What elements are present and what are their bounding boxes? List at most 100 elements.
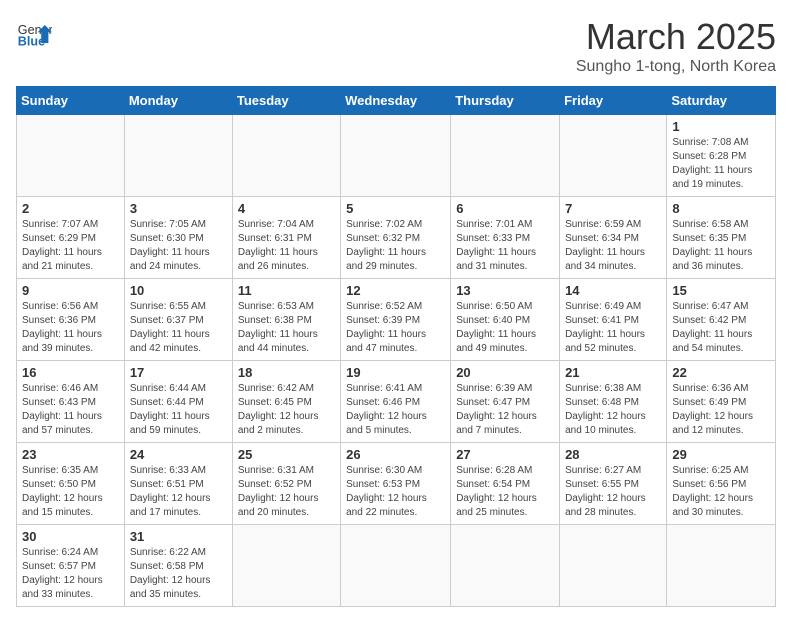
- day-info: Sunrise: 6:27 AM Sunset: 6:55 PM Dayligh…: [565, 464, 661, 520]
- calendar-cell: 21 Sunrise: 6:38 AM Sunset: 6:48 PM Dayli…: [560, 361, 667, 443]
- calendar-cell: [451, 115, 560, 197]
- logo: General Blue: [16, 16, 52, 52]
- day-number: 30: [22, 529, 119, 544]
- week-row-0: 1 Sunrise: 7:08 AM Sunset: 6:28 PM Daylig…: [17, 115, 776, 197]
- day-info: Sunrise: 6:30 AM Sunset: 6:53 PM Dayligh…: [346, 464, 445, 520]
- day-number: 23: [22, 447, 119, 462]
- calendar-cell: 14 Sunrise: 6:49 AM Sunset: 6:41 PM Dayli…: [560, 279, 667, 361]
- day-number: 9: [22, 283, 119, 298]
- day-info: Sunrise: 6:55 AM Sunset: 6:37 PM Dayligh…: [130, 300, 227, 356]
- week-row-5: 30 Sunrise: 6:24 AM Sunset: 6:57 PM Dayli…: [17, 525, 776, 607]
- day-info: Sunrise: 6:36 AM Sunset: 6:49 PM Dayligh…: [672, 382, 770, 438]
- header: General Blue March 2025 Sungho 1-tong, N…: [16, 16, 776, 76]
- day-info: Sunrise: 7:08 AM Sunset: 6:28 PM Dayligh…: [672, 136, 770, 192]
- week-row-4: 23 Sunrise: 6:35 AM Sunset: 6:50 PM Dayli…: [17, 443, 776, 525]
- calendar-cell: 19 Sunrise: 6:41 AM Sunset: 6:46 PM Dayli…: [341, 361, 451, 443]
- day-number: 8: [672, 201, 770, 216]
- day-number: 12: [346, 283, 445, 298]
- day-number: 16: [22, 365, 119, 380]
- day-number: 13: [456, 283, 554, 298]
- calendar-cell: 15Sunrise: 6:47 AM Sunset: 6:42 PM Dayli…: [667, 279, 776, 361]
- calendar-cell: 5Sunrise: 7:02 AM Sunset: 6:32 PM Daylig…: [341, 197, 451, 279]
- day-info: Sunrise: 6:38 AM Sunset: 6:48 PM Dayligh…: [565, 382, 661, 438]
- day-number: 11: [238, 283, 335, 298]
- day-number: 21: [565, 365, 661, 380]
- day-info: Sunrise: 6:49 AM Sunset: 6:41 PM Dayligh…: [565, 300, 661, 356]
- day-info: Sunrise: 6:56 AM Sunset: 6:36 PM Dayligh…: [22, 300, 119, 356]
- day-number: 3: [130, 201, 227, 216]
- calendar-cell: [560, 525, 667, 607]
- day-info: Sunrise: 6:31 AM Sunset: 6:52 PM Dayligh…: [238, 464, 335, 520]
- day-info: Sunrise: 6:46 AM Sunset: 6:43 PM Dayligh…: [22, 382, 119, 438]
- day-info: Sunrise: 6:33 AM Sunset: 6:51 PM Dayligh…: [130, 464, 227, 520]
- calendar-cell: 7 Sunrise: 6:59 AM Sunset: 6:34 PM Daylig…: [560, 197, 667, 279]
- calendar-cell: 24 Sunrise: 6:33 AM Sunset: 6:51 PM Dayli…: [124, 443, 232, 525]
- day-info: Sunrise: 6:41 AM Sunset: 6:46 PM Dayligh…: [346, 382, 445, 438]
- day-number: 17: [130, 365, 227, 380]
- day-info: Sunrise: 7:01 AM Sunset: 6:33 PM Dayligh…: [456, 218, 554, 274]
- day-info: Sunrise: 6:47 AM Sunset: 6:42 PM Dayligh…: [672, 300, 770, 356]
- day-number: 25: [238, 447, 335, 462]
- day-info: Sunrise: 7:02 AM Sunset: 6:32 PM Dayligh…: [346, 218, 445, 274]
- day-info: Sunrise: 6:42 AM Sunset: 6:45 PM Dayligh…: [238, 382, 335, 438]
- calendar-title: March 2025: [576, 16, 776, 58]
- week-row-3: 16 Sunrise: 6:46 AM Sunset: 6:43 PM Dayli…: [17, 361, 776, 443]
- day-number: 26: [346, 447, 445, 462]
- calendar-cell: [560, 115, 667, 197]
- calendar-cell: 28Sunrise: 6:27 AM Sunset: 6:55 PM Dayli…: [560, 443, 667, 525]
- weekday-thursday: Thursday: [451, 87, 560, 115]
- calendar-cell: 3Sunrise: 7:05 AM Sunset: 6:30 PM Daylig…: [124, 197, 232, 279]
- day-number: 14: [565, 283, 661, 298]
- day-number: 1: [672, 119, 770, 134]
- day-number: 7: [565, 201, 661, 216]
- logo-icon: General Blue: [16, 16, 52, 52]
- weekday-monday: Monday: [124, 87, 232, 115]
- day-info: Sunrise: 6:39 AM Sunset: 6:47 PM Dayligh…: [456, 382, 554, 438]
- calendar-cell: 2 Sunrise: 7:07 AM Sunset: 6:29 PM Daylig…: [17, 197, 125, 279]
- day-info: Sunrise: 6:35 AM Sunset: 6:50 PM Dayligh…: [22, 464, 119, 520]
- day-info: Sunrise: 6:53 AM Sunset: 6:38 PM Dayligh…: [238, 300, 335, 356]
- day-number: 29: [672, 447, 770, 462]
- calendar-cell: 27Sunrise: 6:28 AM Sunset: 6:54 PM Dayli…: [451, 443, 560, 525]
- day-number: 4: [238, 201, 335, 216]
- day-number: 10: [130, 283, 227, 298]
- title-block: March 2025 Sungho 1-tong, North Korea: [576, 16, 776, 76]
- day-number: 19: [346, 365, 445, 380]
- day-info: Sunrise: 6:44 AM Sunset: 6:44 PM Dayligh…: [130, 382, 227, 438]
- calendar-cell: 20 Sunrise: 6:39 AM Sunset: 6:47 PM Dayli…: [451, 361, 560, 443]
- calendar-cell: 10 Sunrise: 6:55 AM Sunset: 6:37 PM Dayli…: [124, 279, 232, 361]
- weekday-saturday: Saturday: [667, 87, 776, 115]
- day-number: 2: [22, 201, 119, 216]
- day-info: Sunrise: 6:58 AM Sunset: 6:35 PM Dayligh…: [672, 218, 770, 274]
- calendar-cell: 9 Sunrise: 6:56 AM Sunset: 6:36 PM Daylig…: [17, 279, 125, 361]
- calendar-cell: 4Sunrise: 7:04 AM Sunset: 6:31 PM Daylig…: [232, 197, 340, 279]
- calendar-cell: 17 Sunrise: 6:44 AM Sunset: 6:44 PM Dayli…: [124, 361, 232, 443]
- calendar-cell: [124, 115, 232, 197]
- day-info: Sunrise: 7:07 AM Sunset: 6:29 PM Dayligh…: [22, 218, 119, 274]
- weekday-header-row: SundayMondayTuesdayWednesdayThursdayFrid…: [17, 87, 776, 115]
- calendar-cell: [232, 115, 340, 197]
- calendar-cell: [232, 525, 340, 607]
- weekday-friday: Friday: [560, 87, 667, 115]
- calendar-subtitle: Sungho 1-tong, North Korea: [576, 58, 776, 76]
- day-number: 20: [456, 365, 554, 380]
- calendar-cell: 30 Sunrise: 6:24 AM Sunset: 6:57 PM Dayli…: [17, 525, 125, 607]
- calendar-cell: 23 Sunrise: 6:35 AM Sunset: 6:50 PM Dayli…: [17, 443, 125, 525]
- calendar-table: SundayMondayTuesdayWednesdayThursdayFrid…: [16, 86, 776, 607]
- day-number: 27: [456, 447, 554, 462]
- day-number: 6: [456, 201, 554, 216]
- calendar-cell: [451, 525, 560, 607]
- day-info: Sunrise: 6:25 AM Sunset: 6:56 PM Dayligh…: [672, 464, 770, 520]
- calendar-cell: 25 Sunrise: 6:31 AM Sunset: 6:52 PM Dayli…: [232, 443, 340, 525]
- svg-text:Blue: Blue: [18, 35, 45, 49]
- day-number: 24: [130, 447, 227, 462]
- day-info: Sunrise: 6:59 AM Sunset: 6:34 PM Dayligh…: [565, 218, 661, 274]
- weekday-tuesday: Tuesday: [232, 87, 340, 115]
- calendar-cell: 1 Sunrise: 7:08 AM Sunset: 6:28 PM Daylig…: [667, 115, 776, 197]
- day-info: Sunrise: 6:24 AM Sunset: 6:57 PM Dayligh…: [22, 546, 119, 602]
- weekday-wednesday: Wednesday: [341, 87, 451, 115]
- calendar-cell: 8 Sunrise: 6:58 AM Sunset: 6:35 PM Daylig…: [667, 197, 776, 279]
- calendar-cell: 29 Sunrise: 6:25 AM Sunset: 6:56 PM Dayli…: [667, 443, 776, 525]
- week-row-2: 9 Sunrise: 6:56 AM Sunset: 6:36 PM Daylig…: [17, 279, 776, 361]
- calendar-cell: 31Sunrise: 6:22 AM Sunset: 6:58 PM Dayli…: [124, 525, 232, 607]
